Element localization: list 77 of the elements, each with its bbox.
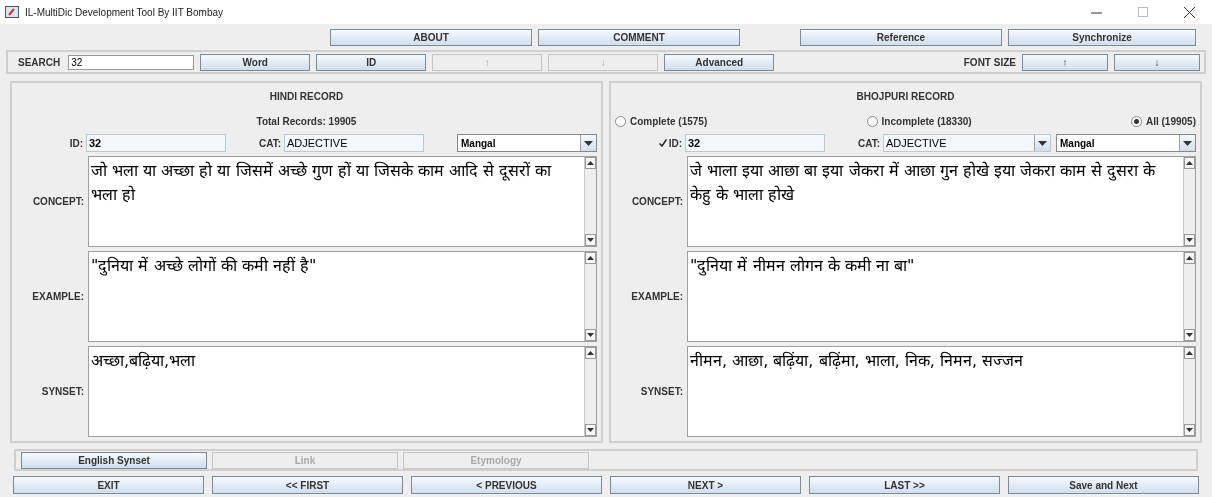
text-area[interactable]: "दुनिया में नीमन लोगन के कमी ना बा" (687, 251, 1196, 342)
font-dropdown[interactable]: Mangal (1056, 134, 1196, 152)
text-area[interactable]: अच्छा,बढ़िया,भला (88, 346, 597, 437)
scrollbar[interactable] (584, 347, 596, 436)
dropdown-arrow-button[interactable] (1034, 135, 1050, 151)
field-label: EXAMPLE: (32, 290, 84, 304)
font-dropdown[interactable]: Mangal (457, 134, 597, 152)
nav-button[interactable]: NEXT > (610, 476, 801, 494)
comment-button[interactable]: COMMENT (538, 28, 740, 46)
scrollbar[interactable] (584, 252, 596, 341)
text-area[interactable]: "दुनिया में अच्छे लोगों की कमी नहीं है" (88, 251, 597, 342)
scroll-up-icon (587, 256, 594, 260)
field-label: EXAMPLE: (631, 290, 683, 304)
category-field[interactable]: ADJECTIVE (883, 134, 1051, 152)
radio-option[interactable]: All (19905) (1130, 113, 1196, 129)
scrollbar[interactable] (1183, 347, 1195, 436)
caret-down-icon (1038, 140, 1047, 146)
tab-button[interactable]: English Synset (21, 451, 207, 469)
text-area[interactable]: जे भाला इया आछा बा इया जेकरा में आछा गुन होखे इया जेकरा काम से दुसरा के केहु के भाला होखे (687, 156, 1196, 247)
search-option-button[interactable]: Advanced (664, 53, 775, 71)
scrollbar[interactable] (584, 157, 596, 246)
scrollbar[interactable] (1183, 252, 1195, 341)
scroll-up-icon (1186, 256, 1193, 260)
cat-label: CAT: (258, 136, 281, 151)
text-area[interactable]: जो भला या अच्छा हो या जिसमें अच्छे गुण हों या जिसके काम आदि से दूसरों का भला हो (88, 156, 597, 247)
nav-button[interactable]: Save and Next (1008, 476, 1199, 494)
scroll-up-icon (587, 161, 594, 165)
dropdown-arrow-button[interactable] (580, 135, 596, 151)
id-field[interactable]: 32 (86, 134, 226, 152)
field-label: CONCEPT: (32, 195, 84, 209)
search-label: SEARCH (18, 55, 61, 70)
radio-option[interactable]: Incomplete (18330) (866, 113, 972, 129)
scroll-down-icon (1186, 428, 1193, 432)
radio-button[interactable] (615, 115, 626, 127)
scroll-up-icon (587, 351, 594, 355)
synchronize-button[interactable]: Synchronize (1008, 28, 1196, 46)
radio-button[interactable] (1130, 115, 1142, 127)
nav-button[interactable]: EXIT (13, 476, 204, 494)
scroll-down-icon (587, 333, 594, 337)
scroll-down-icon (1186, 333, 1193, 337)
scroll-up-icon (1186, 161, 1193, 165)
caret-down-icon (1183, 140, 1192, 146)
search-option-button[interactable]: Word (200, 53, 311, 71)
cat-label: CAT: (857, 136, 880, 151)
nav-button[interactable]: << FIRST (212, 476, 403, 494)
id-label: ID: (69, 136, 83, 151)
font-size-label: FONT SIZE (963, 55, 1016, 70)
field-label: SYNSET: (640, 385, 683, 399)
nav-button[interactable]: < PREVIOUS (411, 476, 602, 494)
category-field[interactable]: ADJECTIVE (284, 134, 424, 152)
panel-title: BHOJPURI RECORD (855, 90, 956, 104)
scroll-down-icon (587, 428, 594, 432)
panel-title: HINDI RECORD (268, 90, 345, 104)
scrollbar[interactable] (1183, 157, 1195, 246)
id-label: ID: (668, 136, 682, 151)
scroll-down-icon (1186, 238, 1193, 242)
about-button[interactable]: ABOUT (330, 28, 532, 46)
total-records-label: Total Records: 19905 (255, 115, 358, 128)
search-field[interactable]: 32 (68, 54, 195, 70)
dropdown-arrow-button[interactable] (1179, 135, 1195, 151)
caret-down-icon (584, 140, 593, 146)
window-title: IL-MultiDic Development Tool By IIT Bombay (25, 5, 224, 20)
nav-button[interactable]: LAST >> (809, 476, 1000, 494)
close-icon[interactable] (1184, 6, 1195, 18)
font-size-button[interactable]: ↑ (1022, 53, 1108, 71)
field-label: CONCEPT: (631, 195, 683, 209)
search-option-button[interactable]: ID (316, 53, 427, 71)
id-field[interactable]: 32 (685, 134, 825, 152)
field-label: SYNSET: (41, 385, 84, 399)
scroll-down-icon (587, 238, 594, 242)
scroll-up-icon (1186, 351, 1193, 355)
reference-button[interactable]: Reference (800, 28, 1002, 46)
text-area[interactable]: नीमन, आछा, बढ़िंया, बढ़िंमा, भाला, निक, निमन, सज्जन (687, 346, 1196, 437)
font-size-button[interactable]: ↓ (1114, 53, 1200, 71)
app-icon (5, 6, 19, 18)
radio-option[interactable]: Complete (1575) (615, 113, 708, 129)
radio-button[interactable] (866, 115, 878, 127)
